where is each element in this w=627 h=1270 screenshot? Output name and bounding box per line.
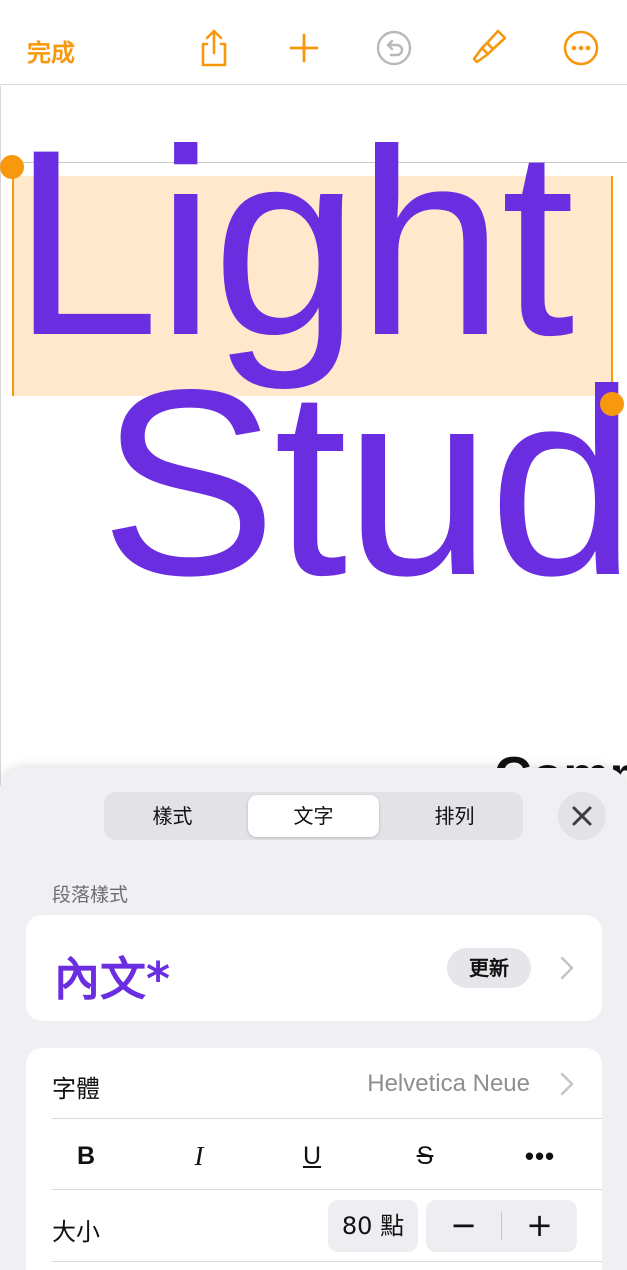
undo-icon[interactable] (374, 28, 414, 68)
chevron-right-icon (560, 1072, 574, 1096)
divider (52, 1118, 602, 1119)
format-panel: 樣式 文字 排列 段落樣式 內文* 更新 字體 Helvetica Neue B… (0, 768, 627, 1270)
text-format-card: 字體 Helvetica Neue B I U S ••• 大小 80 點 − … (26, 1048, 602, 1270)
divider (52, 1261, 602, 1262)
tab-text[interactable]: 文字 (248, 795, 379, 837)
close-icon (572, 806, 592, 826)
paragraph-style-name: 內文* (54, 952, 171, 1006)
paintbrush-icon[interactable] (468, 28, 508, 68)
decrease-size-button[interactable]: − (426, 1200, 501, 1252)
size-label: 大小 (52, 1218, 100, 1246)
italic-button[interactable]: I (169, 1134, 229, 1178)
font-label: 字體 (52, 1075, 100, 1103)
increase-size-button[interactable]: + (502, 1200, 577, 1252)
text-line-2[interactable]: Stud (100, 351, 627, 616)
plus-icon[interactable] (284, 28, 324, 68)
toolbar: 完成 (0, 0, 627, 85)
selection-start-handle[interactable] (0, 155, 24, 179)
paragraph-style-card[interactable]: 內文* 更新 (26, 915, 602, 1021)
more-text-options-button[interactable]: ••• (510, 1134, 570, 1178)
close-button[interactable] (558, 792, 606, 840)
chevron-right-icon (560, 956, 574, 980)
font-row[interactable]: 字體 Helvetica Neue (26, 1048, 602, 1118)
page-edge (0, 86, 1, 786)
font-size-value[interactable]: 80 點 (328, 1200, 418, 1252)
document-canvas[interactable]: Light Stud Comm (0, 86, 627, 786)
share-icon[interactable] (194, 28, 234, 68)
divider (52, 1189, 602, 1190)
tab-arrange[interactable]: 排列 (389, 795, 520, 837)
underline-button[interactable]: U (282, 1134, 342, 1178)
selection-end-handle[interactable] (600, 392, 624, 416)
font-size-stepper: − + (426, 1200, 577, 1252)
more-icon[interactable] (561, 28, 601, 68)
strikethrough-button[interactable]: S (395, 1134, 455, 1178)
font-value: Helvetica Neue (367, 1070, 530, 1097)
paragraph-style-label: 段落樣式 (52, 884, 129, 906)
tab-style[interactable]: 樣式 (107, 795, 238, 837)
update-style-button[interactable]: 更新 (447, 948, 531, 988)
done-button[interactable]: 完成 (27, 33, 75, 68)
format-tabs: 樣式 文字 排列 (104, 792, 523, 840)
bold-button[interactable]: B (56, 1134, 116, 1178)
